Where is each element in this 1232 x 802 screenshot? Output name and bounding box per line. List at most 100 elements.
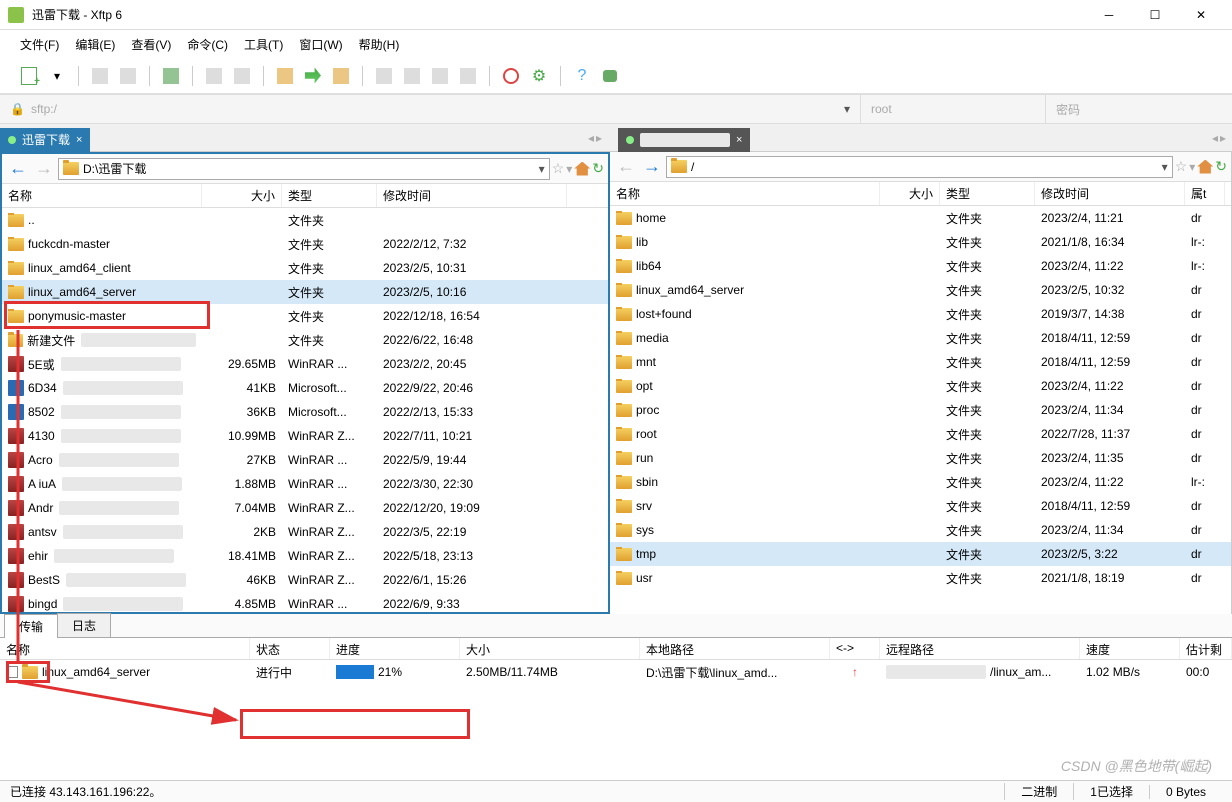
- remote-file-list[interactable]: home文件夹2023/2/4, 11:21drlib文件夹2021/1/8, …: [610, 206, 1231, 614]
- sync-button[interactable]: [160, 65, 182, 87]
- options-button[interactable]: [401, 65, 423, 87]
- home-button[interactable]: [574, 162, 590, 176]
- file-row[interactable]: bingd4.85MBWinRAR ...2022/6/9, 9:33: [2, 592, 608, 612]
- header-type[interactable]: 类型: [282, 184, 377, 207]
- file-row[interactable]: opt文件夹2023/2/4, 11:22dr: [610, 374, 1231, 398]
- new-session-button[interactable]: [18, 65, 40, 87]
- file-row[interactable]: 5E或29.65MBWinRAR ...2023/2/2, 20:45: [2, 352, 608, 376]
- back-button[interactable]: ←: [614, 155, 638, 179]
- header-size[interactable]: 大小: [202, 184, 282, 207]
- file-row[interactable]: ponymusic-master文件夹2022/12/18, 16:54: [2, 304, 608, 328]
- file-row[interactable]: antsv2KBWinRAR Z...2022/3/5, 22:19: [2, 520, 608, 544]
- file-row[interactable]: linux_amd64_server文件夹2023/2/5, 10:32dr: [610, 278, 1231, 302]
- file-row[interactable]: run文件夹2023/2/4, 11:35dr: [610, 446, 1231, 470]
- th-arrow[interactable]: <->: [830, 638, 880, 659]
- password-input[interactable]: 密码: [1045, 95, 1232, 123]
- compare-button[interactable]: [373, 65, 395, 87]
- back-button[interactable]: ←: [6, 157, 30, 181]
- file-row[interactable]: proc文件夹2023/2/4, 11:34dr: [610, 398, 1231, 422]
- address-dropdown[interactable]: ▾: [844, 102, 850, 116]
- file-row[interactable]: home文件夹2023/2/4, 11:21dr: [610, 206, 1231, 230]
- file-row[interactable]: ehir18.41MBWinRAR Z...2022/5/18, 23:13: [2, 544, 608, 568]
- file-row[interactable]: lost+found文件夹2019/3/7, 14:38dr: [610, 302, 1231, 326]
- forward-button[interactable]: →: [32, 157, 56, 181]
- menu-window[interactable]: 窗口(W): [299, 36, 342, 53]
- th-remote[interactable]: 远程路径: [880, 638, 1080, 659]
- newfolder-button[interactable]: [330, 65, 352, 87]
- tab-next[interactable]: ▸: [596, 131, 602, 145]
- path-dropdown[interactable]: ▾: [1162, 160, 1168, 174]
- close-button[interactable]: ✕: [1178, 0, 1224, 30]
- file-row[interactable]: 新建文件文件夹2022/6/22, 16:48: [2, 328, 608, 352]
- file-row[interactable]: root文件夹2022/7/28, 11:37dr: [610, 422, 1231, 446]
- bookmark-dropdown[interactable]: ▾: [1189, 160, 1195, 174]
- menu-file[interactable]: 文件(F): [20, 36, 59, 53]
- header-attr[interactable]: 属t: [1185, 182, 1225, 205]
- tab-remote[interactable]: ×: [618, 128, 750, 152]
- file-row[interactable]: srv文件夹2018/4/11, 12:59dr: [610, 494, 1231, 518]
- refresh-button[interactable]: ↻: [592, 160, 604, 177]
- file-row[interactable]: 413010.99MBWinRAR Z...2022/7/11, 10:21: [2, 424, 608, 448]
- file-row[interactable]: BestS46KBWinRAR Z...2022/6/1, 15:26: [2, 568, 608, 592]
- th-est[interactable]: 估计剩: [1180, 638, 1232, 659]
- file-row[interactable]: 6D3441KBMicrosoft...2022/9/22, 20:46: [2, 376, 608, 400]
- header-size[interactable]: 大小: [880, 182, 940, 205]
- menu-help[interactable]: 帮助(H): [359, 36, 400, 53]
- file-row[interactable]: linux_amd64_server文件夹2023/2/5, 10:16: [2, 280, 608, 304]
- minimize-button[interactable]: ─: [1086, 0, 1132, 30]
- address-input[interactable]: 🔒 sftp:/ ▾: [0, 95, 860, 123]
- file-row[interactable]: lib64文件夹2023/2/4, 11:22lr-:: [610, 254, 1231, 278]
- header-name[interactable]: 名称: [2, 184, 202, 207]
- transfer-row[interactable]: linux_amd64_server 进行中 21% 2.50MB/11.74M…: [0, 660, 1232, 684]
- remote-path-input[interactable]: / ▾: [666, 156, 1173, 178]
- header-name[interactable]: 名称: [610, 182, 880, 205]
- th-speed[interactable]: 速度: [1080, 638, 1180, 659]
- settings-button[interactable]: ⚙: [528, 65, 550, 87]
- file-row[interactable]: lib文件夹2021/1/8, 16:34lr-:: [610, 230, 1231, 254]
- refresh-button[interactable]: [231, 65, 253, 87]
- file-row[interactable]: ..文件夹: [2, 208, 608, 232]
- file-row[interactable]: Acro27KBWinRAR ...2022/5/9, 19:44: [2, 448, 608, 472]
- stop-button[interactable]: [457, 65, 479, 87]
- file-row[interactable]: media文件夹2018/4/11, 12:59dr: [610, 326, 1231, 350]
- menu-tool[interactable]: 工具(T): [244, 36, 283, 53]
- refresh-button[interactable]: ↻: [1215, 158, 1227, 175]
- file-row[interactable]: 850236KBMicrosoft...2022/2/13, 15:33: [2, 400, 608, 424]
- feedback-button[interactable]: [599, 65, 621, 87]
- close-tab-button[interactable]: ×: [76, 134, 82, 146]
- th-name[interactable]: 名称: [0, 638, 250, 659]
- file-row[interactable]: tmp文件夹2023/2/5, 3:22dr: [610, 542, 1231, 566]
- toolbar-dropdown[interactable]: ▾: [46, 65, 68, 87]
- target-button[interactable]: [500, 65, 522, 87]
- th-status[interactable]: 状态: [250, 638, 330, 659]
- th-progress[interactable]: 进度: [330, 638, 460, 659]
- home-button[interactable]: [1197, 160, 1213, 174]
- file-row[interactable]: mnt文件夹2018/4/11, 12:59dr: [610, 350, 1231, 374]
- bookmark-dropdown[interactable]: ▾: [566, 162, 572, 176]
- bookmark-button[interactable]: ☆: [1175, 158, 1188, 175]
- header-date[interactable]: 修改时间: [377, 184, 567, 207]
- file-row[interactable]: sbin文件夹2023/2/4, 11:22lr-:: [610, 470, 1231, 494]
- path-dropdown[interactable]: ▾: [539, 162, 545, 176]
- checkbox[interactable]: [6, 666, 18, 678]
- help-button[interactable]: ?: [571, 65, 593, 87]
- file-row[interactable]: linux_amd64_client文件夹2023/2/5, 10:31: [2, 256, 608, 280]
- connect-button[interactable]: [117, 65, 139, 87]
- tab-next[interactable]: ▸: [1220, 131, 1226, 145]
- tab-prev[interactable]: ◂: [588, 131, 594, 145]
- local-file-list[interactable]: ..文件夹fuckcdn-master文件夹2022/2/12, 7:32lin…: [2, 208, 608, 612]
- th-size[interactable]: 大小: [460, 638, 640, 659]
- file-row[interactable]: usr文件夹2021/1/8, 18:19dr: [610, 566, 1231, 590]
- close-tab-button[interactable]: ×: [736, 134, 742, 146]
- menu-view[interactable]: 查看(V): [131, 36, 171, 53]
- file-row[interactable]: Andr7.04MBWinRAR Z...2022/12/20, 19:09: [2, 496, 608, 520]
- pause-button[interactable]: [429, 65, 451, 87]
- maximize-button[interactable]: ☐: [1132, 0, 1178, 30]
- file-row[interactable]: sys文件夹2023/2/4, 11:34dr: [610, 518, 1231, 542]
- tab-transfer[interactable]: 传输: [4, 614, 58, 638]
- tab-local[interactable]: 迅雷下载 ×: [0, 128, 90, 152]
- view-button[interactable]: [203, 65, 225, 87]
- file-row[interactable]: A iuA1.88MBWinRAR ...2022/3/30, 22:30: [2, 472, 608, 496]
- upload-button[interactable]: [274, 65, 296, 87]
- user-input[interactable]: root: [860, 95, 1045, 123]
